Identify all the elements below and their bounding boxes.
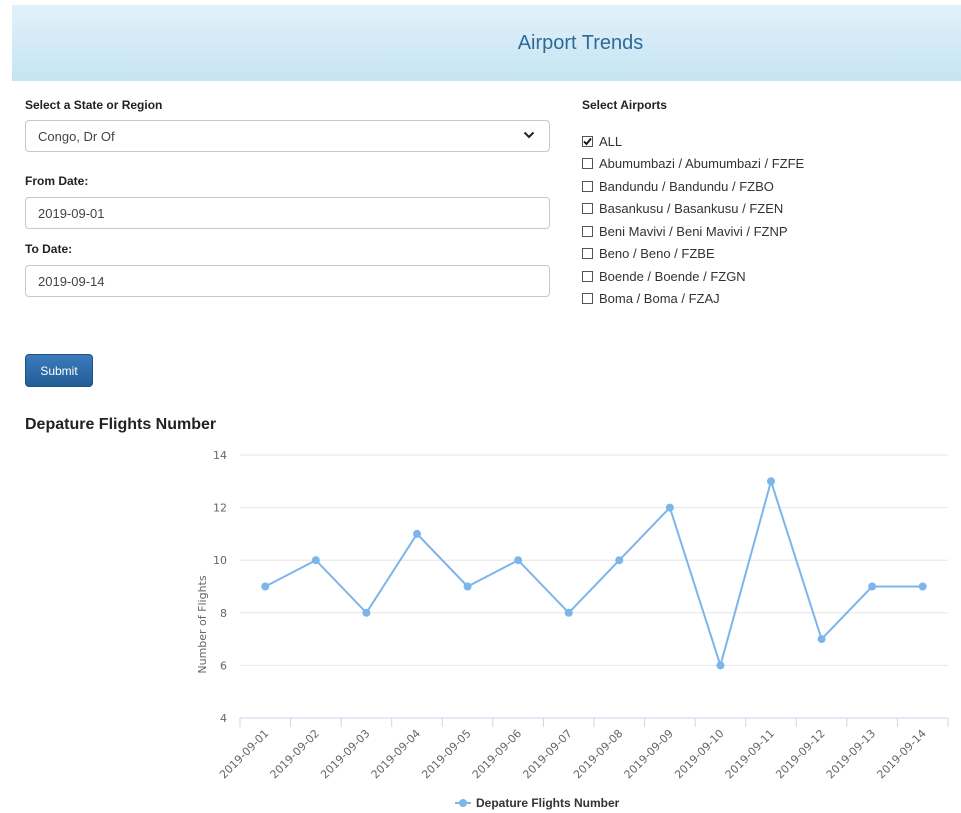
x-tick-label: 2019-09-05	[419, 727, 473, 781]
x-tick-label: 2019-09-13	[824, 727, 878, 781]
airport-checkbox[interactable]	[582, 270, 593, 282]
data-point	[767, 477, 775, 486]
airport-label: Boma / Boma / FZAJ	[599, 291, 720, 307]
y-tick-label: 6	[220, 659, 227, 672]
data-point	[564, 608, 573, 617]
x-tick-label: 2019-09-01	[217, 727, 271, 781]
data-point	[514, 556, 523, 565]
airport-item[interactable]: ALL	[582, 130, 942, 153]
airport-item[interactable]: Boma / Boma / FZAJ	[582, 288, 942, 311]
line-chart: 4681012142019-09-012019-09-022019-09-032…	[196, 449, 949, 810]
x-tick-label: 2019-09-12	[773, 727, 827, 781]
airport-checkbox[interactable]	[582, 135, 593, 147]
state-label: Select a State or Region	[25, 98, 163, 112]
data-point	[868, 582, 877, 591]
header-banner: Airport Trends	[12, 5, 961, 81]
from-date-label: From Date:	[25, 174, 89, 188]
y-tick-label: 12	[213, 502, 227, 515]
y-tick-label: 8	[220, 607, 227, 620]
data-point	[665, 503, 674, 512]
airport-item[interactable]: Basankusu / Basankusu / FZEN	[582, 198, 942, 221]
airports-label: Select Airports	[582, 98, 667, 112]
y-tick-label: 14	[213, 449, 227, 462]
x-tick-label: 2019-09-10	[672, 727, 726, 781]
y-tick-label: 4	[220, 712, 227, 725]
data-point	[817, 635, 826, 644]
x-tick-label: 2019-09-14	[874, 727, 928, 781]
data-point	[918, 582, 927, 591]
data-point	[311, 556, 320, 565]
airport-label: Abumumbazi / Abumumbazi / FZFE	[599, 156, 805, 172]
airport-item[interactable]: Bandundu / Bandundu / FZBO	[582, 175, 942, 198]
x-tick-label: 2019-09-04	[369, 727, 423, 781]
y-tick-label: 10	[213, 554, 227, 567]
from-date-input[interactable]	[38, 205, 537, 221]
x-tick-label: 2019-09-11	[723, 727, 777, 781]
airport-label: Beni Mavivi / Beni Mavivi / FZNP	[599, 223, 788, 239]
legend-marker	[459, 799, 467, 807]
page-title: Airport Trends	[517, 31, 644, 54]
airport-checkbox[interactable]	[582, 180, 593, 192]
x-tick-label: 2019-09-02	[268, 727, 322, 781]
y-axis-title: Number of Flights	[196, 575, 209, 673]
x-tick-label: 2019-09-06	[470, 727, 524, 781]
airport-checkbox[interactable]	[582, 248, 593, 260]
airport-label: Bandundu / Bandundu / FZBO	[599, 178, 774, 194]
to-date-field[interactable]	[25, 265, 550, 297]
airport-checkbox[interactable]	[582, 293, 593, 305]
airport-checkbox[interactable]	[582, 203, 593, 215]
data-point	[615, 556, 624, 565]
from-date-field[interactable]	[25, 197, 550, 229]
state-select[interactable]: Congo, Dr Of	[25, 120, 550, 152]
airport-checkbox[interactable]	[582, 158, 593, 170]
data-point	[716, 661, 725, 670]
legend-label: Depature Flights Number	[476, 796, 620, 810]
airport-checkbox[interactable]	[582, 225, 593, 237]
to-date-input[interactable]	[38, 273, 537, 289]
x-tick-label: 2019-09-09	[622, 727, 676, 781]
to-date-label: To Date:	[25, 242, 73, 256]
airport-label: ALL	[599, 133, 623, 149]
data-point	[463, 582, 472, 591]
data-point	[362, 608, 371, 617]
submit-button[interactable]: Submit	[25, 354, 93, 387]
airport-list[interactable]: ALL Abumumbazi / Abumumbazi / FZFE Bandund…	[582, 130, 942, 316]
airport-label: Basankusu / Basankusu / FZEN	[599, 201, 784, 217]
airport-item[interactable]: Abumumbazi / Abumumbazi / FZFE	[582, 153, 942, 176]
x-tick-label: 2019-09-07	[520, 727, 574, 781]
airport-item[interactable]: Beni Mavivi / Beni Mavivi / FZNP	[582, 220, 942, 243]
x-tick-label: 2019-09-08	[571, 727, 625, 781]
state-select-value: Congo, Dr Of	[38, 128, 115, 144]
chart-title: Depature Flights Number	[25, 416, 217, 433]
airport-item[interactable]: Boende / Boende / FZGN	[582, 265, 942, 288]
airport-item[interactable]: Beno / Beno / FZBE	[582, 243, 942, 266]
data-point	[413, 529, 421, 538]
airport-label: Beno / Beno / FZBE	[599, 246, 715, 262]
data-point	[261, 582, 270, 591]
x-tick-label: 2019-09-03	[318, 727, 372, 781]
chevron-down-icon	[523, 131, 535, 139]
airport-label: Boende / Boende / FZGN	[599, 268, 746, 284]
